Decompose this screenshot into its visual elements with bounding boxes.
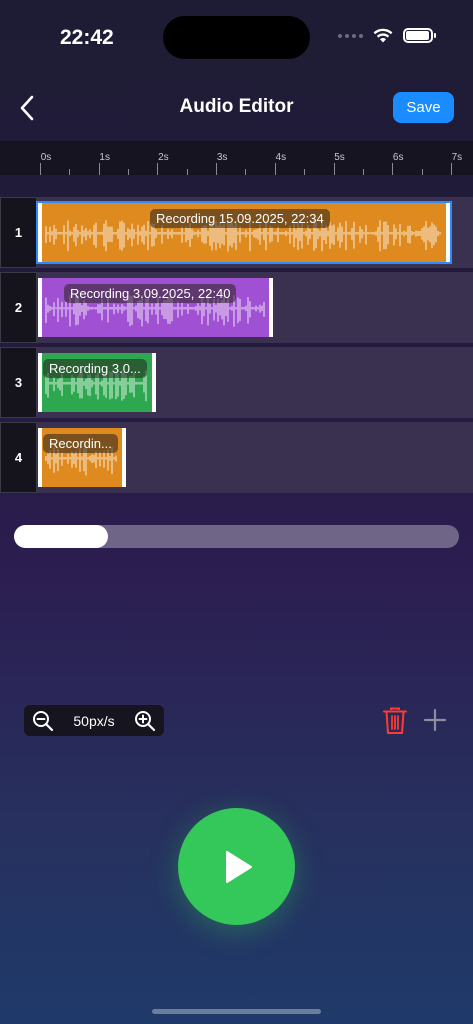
- ruler-minor-tick: [186, 169, 188, 175]
- clip-trim-handle-right[interactable]: [122, 428, 126, 487]
- ruler-major-tick: [274, 163, 276, 175]
- clip-label: Recording 3.0...: [43, 359, 147, 378]
- ruler-major-tick: [98, 163, 100, 175]
- clip-label: Recording 3.09.2025, 22:40: [64, 284, 237, 303]
- zoom-level-label: 50px/s: [73, 712, 115, 729]
- ruler-major-tick: [216, 163, 218, 175]
- ruler-label: 4s: [275, 152, 287, 163]
- audio-clip[interactable]: Recording 15.09.2025, 22:34: [36, 201, 452, 264]
- ruler-label: 1s: [99, 152, 110, 163]
- ruler-minor-tick: [362, 169, 364, 175]
- track-number: 2: [0, 272, 37, 343]
- track-row: 3 Recording 3.0...: [0, 347, 473, 418]
- battery-icon: [403, 28, 436, 43]
- status-time: 22:42: [60, 26, 114, 49]
- ruler-label: 0s: [40, 152, 52, 163]
- ruler-label: 3s: [216, 152, 228, 163]
- clip-label: Recordin...: [43, 434, 118, 453]
- clip-trim-handle-left[interactable]: [38, 278, 42, 337]
- ruler-major-tick: [157, 163, 159, 175]
- delete-clip-button[interactable]: [382, 707, 408, 735]
- wifi-icon: [373, 28, 393, 43]
- ruler-major-tick: [333, 163, 335, 175]
- zoom-out-icon: [33, 710, 54, 731]
- cellular-signal-icon: [338, 33, 363, 38]
- zoom-out-button[interactable]: [32, 710, 54, 732]
- home-indicator: [152, 1009, 321, 1014]
- scrollbar-thumb[interactable]: [14, 525, 108, 548]
- ruler-major-tick: [392, 163, 394, 175]
- ruler-minor-tick: [245, 169, 247, 175]
- clip-trim-handle-right[interactable]: [152, 353, 156, 412]
- play-icon: [225, 850, 252, 883]
- ruler-major-tick: [40, 163, 41, 175]
- ruler-label: 7s: [451, 152, 463, 163]
- track-row: 1 Recording 15.09.2025, 22:34: [0, 197, 473, 268]
- ruler-minor-tick: [128, 169, 130, 175]
- ruler-label: 5s: [334, 152, 345, 163]
- audio-clip[interactable]: Recordin...: [38, 428, 126, 487]
- plus-icon: [423, 708, 447, 732]
- clip-trim-handle-right[interactable]: [269, 278, 273, 337]
- clip-trim-handle-left[interactable]: [38, 203, 42, 262]
- track-number: 4: [0, 422, 37, 493]
- zoom-in-button[interactable]: [134, 710, 156, 732]
- play-button[interactable]: [178, 808, 295, 925]
- track-row: 2 Recording 3.09.2025, 22:40: [0, 272, 473, 343]
- ruler-minor-tick: [69, 169, 71, 175]
- status-icons: [338, 28, 436, 43]
- ruler-label: 6s: [392, 152, 404, 163]
- dynamic-island: [163, 16, 310, 59]
- save-button[interactable]: Save: [393, 92, 454, 123]
- clip-trim-handle-left[interactable]: [38, 428, 42, 487]
- ruler-label: 2s: [158, 152, 169, 163]
- zoom-control: 50px/s: [24, 705, 164, 736]
- track-row: 4 Recordin...: [0, 422, 473, 493]
- audio-clip[interactable]: Recording 3.09.2025, 22:40: [38, 278, 273, 337]
- ruler-minor-tick: [421, 169, 423, 175]
- clip-trim-handle-left[interactable]: [38, 353, 42, 412]
- track-number: 1: [0, 197, 37, 268]
- track-number: 3: [0, 347, 37, 418]
- zoom-in-icon: [135, 710, 156, 731]
- ruler-major-tick: [450, 163, 452, 175]
- audio-clip[interactable]: Recording 3.0...: [38, 353, 156, 412]
- clip-trim-handle-right[interactable]: [446, 203, 450, 262]
- clip-label: Recording 15.09.2025, 22:34: [150, 209, 330, 228]
- add-track-button[interactable]: [423, 708, 447, 732]
- trash-icon: [383, 707, 407, 734]
- ruler-minor-tick: [304, 169, 306, 175]
- timeline-scrollbar[interactable]: [14, 525, 459, 548]
- timeline-ruler[interactable]: 0s 1s 2s 3s 4s 5s 6s 7s: [0, 141, 473, 175]
